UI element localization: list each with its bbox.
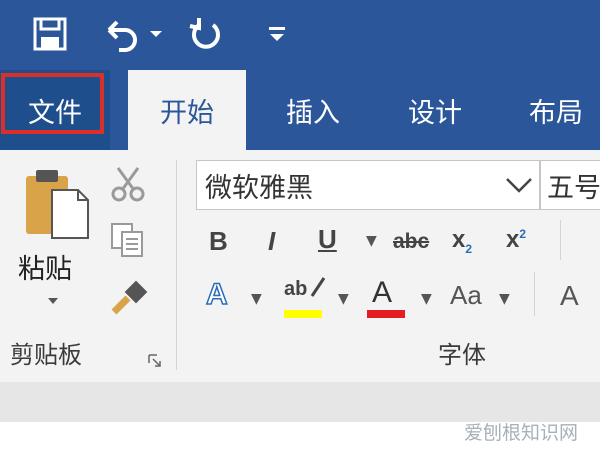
italic-button[interactable]: I (268, 226, 275, 257)
underline-button[interactable]: U (318, 224, 337, 255)
subscript-mark: 2 (465, 241, 473, 256)
tab-layout[interactable]: 布局 (512, 70, 600, 150)
ruler-strip (0, 382, 600, 422)
watermark: 爱刨根知识网 (463, 422, 578, 444)
tab-insert[interactable]: 插入 (268, 70, 358, 150)
cut-icon[interactable] (108, 164, 148, 206)
tab-home[interactable]: 开始 (128, 70, 246, 150)
ribbon-tab-bar: 文件 开始 插入 设计 布局 (0, 70, 600, 150)
superscript-mark: 2 (519, 227, 527, 241)
text-effects-dropdown-icon[interactable]: ▼ (251, 291, 262, 307)
font-group-label: 字体 (438, 341, 486, 369)
underline-dropdown-icon[interactable]: ▼ (366, 233, 377, 249)
title-bar (0, 0, 600, 70)
font-color-dropdown-icon[interactable]: ▼ (421, 291, 432, 307)
tab-file[interactable]: 文件 (0, 70, 110, 150)
font-name-value: 微软雅黑 (205, 172, 313, 204)
tab-design-label: 设计 (408, 97, 462, 129)
clipboard-paste-icon[interactable] (22, 168, 90, 244)
save-icon[interactable] (28, 14, 72, 54)
change-case-dropdown-icon[interactable]: ▼ (499, 291, 510, 307)
tab-layout-label: 布局 (529, 97, 583, 129)
font-color-button[interactable]: A (372, 276, 392, 310)
superscript-button[interactable]: x2 (506, 226, 526, 254)
font-size-value: 五号 (547, 172, 600, 204)
font-size-select[interactable]: 五号 (540, 160, 600, 210)
bold-button[interactable]: B (209, 226, 228, 257)
grow-font-button[interactable]: A (560, 280, 579, 312)
chevron-down-icon (499, 177, 539, 193)
subscript-button[interactable]: x2 (452, 226, 472, 256)
subscript-label: x (452, 226, 466, 253)
customize-qat-icon[interactable] (262, 14, 292, 54)
tab-home-label: 开始 (160, 97, 214, 129)
strikethrough-button[interactable]: abc (393, 230, 429, 254)
change-case-button[interactable]: Aa (450, 280, 482, 311)
dialog-launcher-icon[interactable] (147, 353, 163, 373)
paste-dropdown-icon[interactable] (47, 290, 59, 309)
row-separator-2 (534, 272, 535, 316)
ribbon-home: 粘贴 剪贴板 微软雅黑 五号 B I U ▼ abc x2 x2 A ▼ ab … (0, 150, 600, 382)
paste-button-label[interactable]: 粘贴 (18, 247, 72, 286)
highlight-color-swatch (284, 310, 322, 318)
file-tab-highlight (1, 73, 104, 134)
highlight-dropdown-icon[interactable]: ▼ (338, 291, 349, 307)
tab-design[interactable]: 设计 (390, 70, 480, 150)
superscript-label: x (506, 226, 520, 253)
dropdown-caret-icon[interactable] (146, 14, 166, 54)
font-name-select[interactable]: 微软雅黑 (196, 160, 540, 210)
clipboard-group-label: 剪贴板 (10, 341, 82, 369)
highlighter-pen-icon (308, 276, 328, 304)
row-separator (560, 220, 561, 260)
tab-insert-label: 插入 (286, 97, 340, 129)
copy-icon[interactable] (108, 222, 148, 262)
text-effects-button[interactable]: A (205, 277, 228, 312)
highlight-button[interactable]: ab (284, 278, 307, 301)
format-painter-icon[interactable] (108, 278, 150, 320)
undo-icon[interactable] (98, 14, 144, 54)
redo-icon[interactable] (184, 14, 228, 54)
font-color-swatch (367, 310, 405, 318)
group-separator (176, 160, 177, 370)
